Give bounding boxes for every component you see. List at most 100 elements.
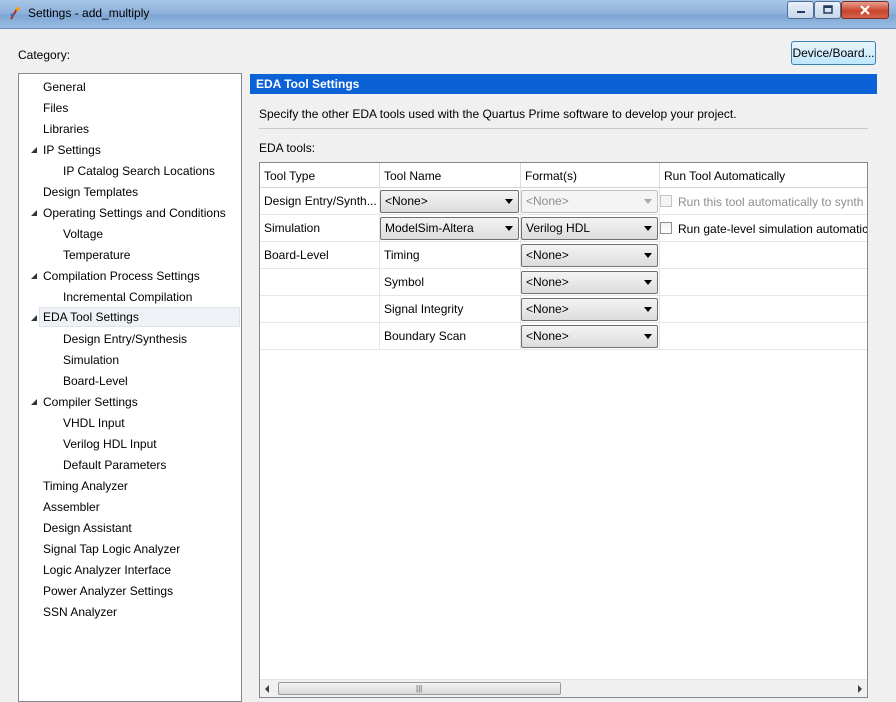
dropdown-arrow-icon: [644, 307, 652, 312]
tree-item-files[interactable]: Files: [43, 98, 68, 118]
cell-tool-type: [260, 269, 380, 296]
quartus-app-icon: [8, 6, 24, 22]
cell-tool-type: [260, 296, 380, 323]
dropdown-value: <None>: [526, 302, 569, 316]
dropdown-arrow-icon: [644, 253, 652, 258]
tree-item-assembler[interactable]: Assembler: [43, 497, 100, 517]
title-bar: Settings - add_multiply: [0, 0, 896, 29]
settings-dialog-body: Category: Device/Board... General Files …: [8, 29, 888, 702]
tree-item-design-assistant[interactable]: Design Assistant: [43, 518, 132, 538]
expanded-triangle-icon[interactable]: [30, 146, 38, 154]
tree-item-temperature[interactable]: Temperature: [63, 245, 130, 265]
tree-item-verilog-hdl-input[interactable]: Verilog HDL Input: [63, 434, 157, 454]
dropdown-value: <None>: [526, 194, 569, 208]
format-dropdown[interactable]: <None>: [521, 271, 658, 294]
tree-item-signal-tap-logic-analyzer[interactable]: Signal Tap Logic Analyzer: [43, 539, 180, 559]
tree-item-design-templates[interactable]: Design Templates: [43, 182, 138, 202]
scrollbar-thumb[interactable]: |||: [278, 682, 561, 695]
maximize-icon: [822, 5, 833, 14]
tree-item-eda-tool-settings[interactable]: EDA Tool Settings: [39, 307, 240, 327]
tool-name-dropdown[interactable]: <None>: [380, 190, 519, 213]
horizontal-scrollbar[interactable]: |||: [260, 679, 867, 697]
cell-tool-type: Design Entry/Synth...: [260, 188, 380, 215]
format-dropdown[interactable]: <None>: [521, 325, 658, 348]
tree-item-general[interactable]: General: [43, 77, 86, 97]
divider: [259, 128, 868, 129]
run-tool-automatically-label: Run this tool automatically to synth: [678, 195, 864, 209]
column-header-tool-name[interactable]: Tool Name: [380, 163, 521, 188]
table-cell: [660, 296, 867, 323]
category-tree: General Files Libraries IP Settings IP C…: [18, 73, 242, 702]
tree-item-logic-analyzer-interface[interactable]: Logic Analyzer Interface: [43, 560, 171, 580]
category-label: Category:: [18, 48, 71, 62]
format-dropdown: <None>: [521, 190, 658, 213]
dropdown-value: Verilog HDL: [526, 221, 591, 235]
window-title: Settings - add_multiply: [28, 6, 150, 20]
dropdown-arrow-icon: [644, 334, 652, 339]
tree-item-design-entry-synthesis[interactable]: Design Entry/Synthesis: [63, 329, 187, 349]
cell-tool-name: Boundary Scan: [380, 323, 521, 350]
eda-tools-table: Tool Type Tool Name Format(s) Run Tool A…: [259, 162, 868, 698]
tree-item-timing-analyzer[interactable]: Timing Analyzer: [43, 476, 128, 496]
table-cell: [660, 323, 867, 350]
scroll-left-arrow-icon[interactable]: [265, 685, 269, 693]
panel-description: Specify the other EDA tools used with th…: [259, 107, 737, 121]
column-header-formats[interactable]: Format(s): [521, 163, 660, 188]
device-board-button[interactable]: Device/Board...: [791, 41, 876, 65]
cell-tool-name: Signal Integrity: [380, 296, 521, 323]
cell-tool-type: [260, 323, 380, 350]
tree-item-incremental-compilation[interactable]: Incremental Compilation: [63, 287, 192, 307]
tree-item-default-parameters[interactable]: Default Parameters: [63, 455, 166, 475]
dropdown-arrow-icon: [644, 199, 652, 204]
close-icon: [860, 5, 870, 15]
dropdown-arrow-icon: [505, 199, 513, 204]
table-cell: [660, 242, 867, 269]
run-gate-level-simulation-checkbox[interactable]: [660, 222, 672, 234]
run-gate-level-simulation-label: Run gate-level simulation automatic: [678, 222, 868, 236]
tree-item-vhdl-input[interactable]: VHDL Input: [63, 413, 125, 433]
scroll-right-arrow-icon[interactable]: [858, 685, 862, 693]
column-header-run-tool-automatically[interactable]: Run Tool Automatically: [660, 163, 867, 188]
expanded-triangle-icon[interactable]: [30, 398, 38, 406]
dropdown-arrow-icon: [644, 226, 652, 231]
table-cell: [660, 269, 867, 296]
tree-item-libraries[interactable]: Libraries: [43, 119, 89, 139]
dropdown-value: <None>: [526, 329, 569, 343]
cell-tool-name: Timing: [380, 242, 521, 269]
tree-item-power-analyzer-settings[interactable]: Power Analyzer Settings: [43, 581, 173, 601]
eda-tools-label: EDA tools:: [259, 141, 316, 155]
format-dropdown[interactable]: <None>: [521, 244, 658, 267]
dropdown-value: <None>: [526, 248, 569, 262]
tree-item-voltage[interactable]: Voltage: [63, 224, 103, 244]
column-header-tool-type[interactable]: Tool Type: [260, 163, 380, 188]
format-dropdown[interactable]: Verilog HDL: [521, 217, 658, 240]
tree-item-compiler-settings[interactable]: Compiler Settings: [43, 392, 138, 412]
tree-item-compilation-process-settings[interactable]: Compilation Process Settings: [43, 266, 200, 286]
scrollbar-grip: |||: [416, 684, 423, 693]
cell-tool-type: Board-Level: [260, 242, 380, 269]
cell-tool-type: Simulation: [260, 215, 380, 242]
dropdown-value: <None>: [526, 275, 569, 289]
expanded-triangle-icon[interactable]: [30, 272, 38, 280]
tree-item-operating-settings[interactable]: Operating Settings and Conditions: [43, 203, 226, 223]
close-button[interactable]: [841, 1, 889, 19]
minimize-icon: [796, 11, 805, 13]
maximize-button[interactable]: [814, 1, 841, 19]
expanded-triangle-icon[interactable]: [30, 314, 38, 322]
tree-item-simulation[interactable]: Simulation: [63, 350, 119, 370]
tree-item-ssn-analyzer[interactable]: SSN Analyzer: [43, 602, 117, 622]
cell-tool-name: Symbol: [380, 269, 521, 296]
expanded-triangle-icon[interactable]: [30, 209, 38, 217]
dropdown-arrow-icon: [644, 280, 652, 285]
tool-name-dropdown[interactable]: ModelSim-Altera: [380, 217, 519, 240]
tree-item-board-level[interactable]: Board-Level: [63, 371, 128, 391]
tree-item-ip-catalog-search-locations[interactable]: IP Catalog Search Locations: [63, 161, 215, 181]
dropdown-value: ModelSim-Altera: [385, 221, 474, 235]
run-tool-automatically-checkbox: [660, 195, 672, 207]
format-dropdown[interactable]: <None>: [521, 298, 658, 321]
minimize-button[interactable]: [787, 1, 814, 19]
dropdown-arrow-icon: [505, 226, 513, 231]
dropdown-value: <None>: [385, 194, 428, 208]
tree-item-ip-settings[interactable]: IP Settings: [43, 140, 101, 160]
panel-title: EDA Tool Settings: [250, 74, 877, 94]
